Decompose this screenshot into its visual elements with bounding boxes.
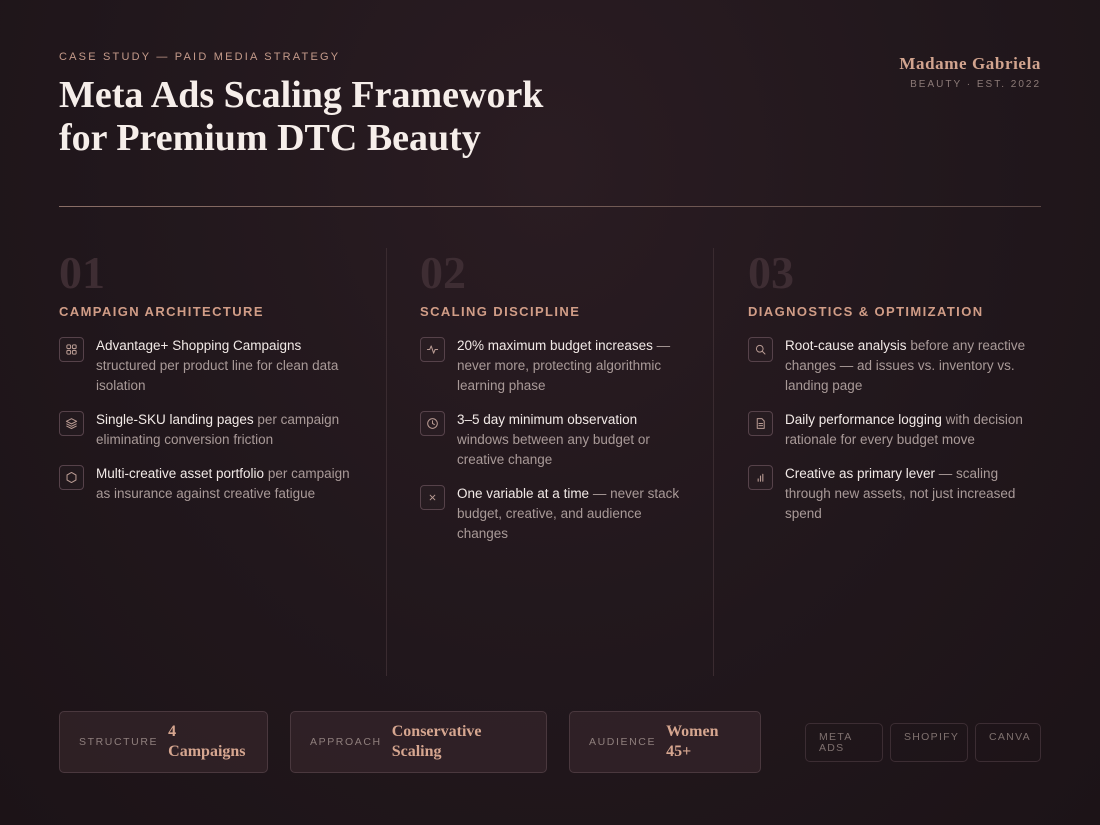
hexagon-icon xyxy=(59,465,84,490)
close-icon xyxy=(420,485,445,510)
stat-value-line-1: Women xyxy=(666,723,719,740)
list-item-text: Multi-creative asset portfolio per campa… xyxy=(96,464,359,504)
list-item-text: Daily performance logging with decision … xyxy=(785,410,1043,450)
document-icon xyxy=(748,411,773,436)
list-item-strong: One variable at a time xyxy=(457,486,590,501)
page-title-line-2: for Premium DTC Beauty xyxy=(59,117,481,159)
list-item-strong: Multi-creative asset portfolio xyxy=(96,466,265,481)
list-item-text: Advantage+ Shopping Campaigns structured… xyxy=(96,336,359,396)
list-item-strong: Root-cause analysis xyxy=(785,338,907,353)
list-item: Daily performance logging with decision … xyxy=(748,410,1043,450)
tool-chip-label: SHOPIFY xyxy=(904,731,960,743)
list-item-text: One variable at a time — never stack bud… xyxy=(457,484,690,544)
tool-chip-label: CANVA xyxy=(989,731,1031,743)
tool-chip-label-line-2: ADS xyxy=(819,742,845,754)
brand-block: Madame Gabriela BEAUTY · EST. 2022 xyxy=(899,54,1041,90)
stat-card-structure: STRUCTURE 4 Campaigns xyxy=(59,711,268,773)
column-diagnostics-optimization: 03 DIAGNOSTICS & OPTIMIZATION Root-cause… xyxy=(748,248,1043,538)
bar-chart-icon xyxy=(748,465,773,490)
column-title: DIAGNOSTICS & OPTIMIZATION xyxy=(748,304,984,319)
clock-icon xyxy=(420,411,445,436)
column-number: 03 xyxy=(748,247,794,298)
header-divider xyxy=(59,206,1041,207)
stat-value: Women 45+ xyxy=(666,722,718,762)
stat-label: AUDIENCE xyxy=(589,736,657,748)
column-title: CAMPAIGN ARCHITECTURE xyxy=(59,304,264,319)
stat-card-approach: APPROACH Conservative Scaling xyxy=(290,711,547,773)
brand-name: Madame Gabriela xyxy=(899,54,1041,73)
tool-chip-meta-ads: META ADS xyxy=(805,723,883,762)
activity-icon xyxy=(420,337,445,362)
search-icon xyxy=(748,337,773,362)
list-item: Creative as primary lever — scaling thro… xyxy=(748,464,1043,524)
list-item-detail: windows between any budget or creative c… xyxy=(457,432,650,467)
column-number: 01 xyxy=(59,247,105,298)
list-item-strong: Single-SKU landing pages xyxy=(96,412,254,427)
list-item: Root-cause analysis before any reactive … xyxy=(748,336,1043,396)
column-campaign-architecture: 01 CAMPAIGN ARCHITECTURE Advantage+ Shop… xyxy=(59,248,359,518)
list-item: Advantage+ Shopping Campaigns structured… xyxy=(59,336,359,396)
stat-value: 4 Campaigns xyxy=(168,722,245,762)
list-item-text: Root-cause analysis before any reactive … xyxy=(785,336,1043,396)
stat-value-line-2: Scaling xyxy=(391,743,442,760)
stat-value-line-2: 45+ xyxy=(666,743,692,760)
stat-card-audience: AUDIENCE Women 45+ xyxy=(569,711,761,773)
list-item: Single-SKU landing pages per campaign el… xyxy=(59,410,359,450)
list-item-strong: Advantage+ Shopping Campaigns xyxy=(96,338,302,353)
brand-subtitle: BEAUTY · EST. 2022 xyxy=(910,79,1041,90)
stat-value-line-2: Campaigns xyxy=(168,743,246,760)
stat-value-line-1: 4 xyxy=(168,723,177,740)
page-title: Meta Ads Scaling Framework for Premium D… xyxy=(59,74,679,160)
page-title-line-1: Meta Ads Scaling Framework xyxy=(59,74,544,116)
list-item-text: Creative as primary lever — scaling thro… xyxy=(785,464,1043,524)
list-item-text: Single-SKU landing pages per campaign el… xyxy=(96,410,359,450)
list-item-text: 20% maximum budget increases — never mor… xyxy=(457,336,690,396)
list-item-strong: 20% maximum budget increases xyxy=(457,338,653,353)
list-item: 3–5 day minimum observation windows betw… xyxy=(420,410,690,470)
stat-value: Conservative Scaling xyxy=(392,722,482,762)
column-scaling-discipline: 02 SCALING DISCIPLINE 20% maximum budget… xyxy=(420,248,690,558)
list-item: One variable at a time — never stack bud… xyxy=(420,484,690,544)
list-item-detail: structured per product line for clean da… xyxy=(96,358,339,393)
stat-value-line-1: Conservative xyxy=(391,723,482,740)
column-divider xyxy=(386,248,387,676)
layers-icon xyxy=(59,411,84,436)
list-item-strong: 3–5 day minimum observation xyxy=(457,412,638,427)
column-divider xyxy=(713,248,714,676)
list-item-strong: Creative as primary lever xyxy=(785,466,936,481)
tool-chip-canva: CANVA xyxy=(975,723,1041,762)
stat-label: STRUCTURE xyxy=(79,736,159,748)
grid-icon xyxy=(59,337,84,362)
column-number: 02 xyxy=(420,247,466,298)
list-item: 20% maximum budget increases — never mor… xyxy=(420,336,690,396)
list-item: Multi-creative asset portfolio per campa… xyxy=(59,464,359,504)
list-item-strong: Daily performance logging xyxy=(785,412,942,427)
tool-chip-shopify: SHOPIFY xyxy=(890,723,968,762)
stat-label: APPROACH xyxy=(310,736,382,748)
list-item-text: 3–5 day minimum observation windows betw… xyxy=(457,410,690,470)
column-title: SCALING DISCIPLINE xyxy=(420,304,581,319)
eyebrow-label: CASE STUDY — PAID MEDIA STRATEGY xyxy=(59,51,341,63)
